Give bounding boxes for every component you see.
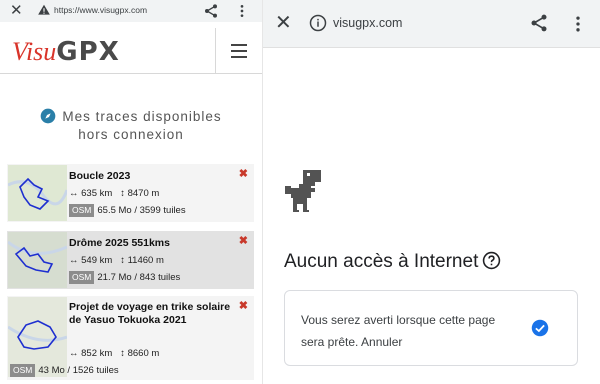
left-browser-toolbar: ✕ https://www.visugpx.com: [0, 0, 262, 22]
more-vert-icon[interactable]: [238, 3, 246, 19]
share-icon[interactable]: [203, 3, 219, 19]
hamburger-menu-icon[interactable]: [215, 28, 261, 74]
right-url[interactable]: visugpx.com: [333, 16, 402, 30]
trace-stats: ↔ 635 km ↕ 8470 m: [69, 188, 160, 199]
trace-name: Projet de voyage en trike solaire de Yas…: [69, 301, 231, 326]
trace-item[interactable]: Drôme 2025 551kms ↔ 549 km ↕ 11460 m OSM…: [7, 231, 254, 289]
delete-trace-icon[interactable]: ✖: [239, 301, 248, 312]
right-browser-toolbar: ✕ visugpx.com: [263, 0, 600, 48]
trace-storage: OSM 43 Mo / 1526 tuiles: [10, 364, 119, 377]
right-browser-panel: ✕ visugpx.com Aucun accès à Internet Vou…: [262, 0, 600, 384]
trace-storage: OSM 21.7 Mo / 843 tuiles: [69, 271, 180, 284]
trace-storage: OSM 65.5 Mo / 3599 tuiles: [69, 204, 186, 217]
trace-name: Drôme 2025 551kms: [69, 237, 170, 249]
compass-icon: [40, 108, 56, 124]
site-header: VisuGPX: [0, 28, 262, 74]
share-icon[interactable]: [529, 13, 549, 33]
notify-message[interactable]: Vous serez averti lorsque cette page ser…: [301, 309, 521, 353]
notify-when-ready-card[interactable]: Vous serez averti lorsque cette page ser…: [284, 290, 578, 366]
warning-icon[interactable]: [37, 3, 51, 17]
offline-traces-title: Mes traces disponibles hors connexion: [0, 108, 262, 144]
trace-map-thumbnail: [8, 165, 67, 221]
delete-trace-icon[interactable]: ✖: [239, 236, 248, 247]
more-vert-icon[interactable]: [574, 14, 582, 34]
trace-stats: ↔ 852 km ↕ 8660 m: [69, 348, 160, 359]
trace-map-thumbnail: [8, 232, 67, 288]
check-circle-icon[interactable]: [531, 319, 549, 337]
visugpx-logo[interactable]: VisuGPX: [12, 36, 120, 67]
no-internet-title: Aucun accès à Internet: [284, 251, 501, 273]
info-icon[interactable]: [309, 14, 327, 32]
close-icon[interactable]: ✕: [275, 11, 292, 35]
trace-item[interactable]: Boucle 2023 ↔ 635 km ↕ 8470 m OSM 65.5 Mo…: [7, 164, 254, 222]
trace-name: Boucle 2023: [69, 170, 131, 182]
trace-stats: ↔ 549 km ↕ 11460 m: [69, 255, 164, 266]
left-browser-panel: ✕ https://www.visugpx.com VisuGPX Mes tr…: [0, 0, 262, 384]
left-url[interactable]: https://www.visugpx.com: [54, 5, 147, 15]
help-icon[interactable]: [482, 251, 501, 270]
delete-trace-icon[interactable]: ✖: [239, 169, 248, 180]
close-icon[interactable]: ✕: [10, 2, 23, 20]
screen: ✕ https://www.visugpx.com VisuGPX Mes tr…: [0, 0, 600, 384]
trace-item[interactable]: Projet de voyage en trike solaire de Yas…: [7, 296, 254, 380]
dinosaur-icon[interactable]: [283, 170, 323, 214]
